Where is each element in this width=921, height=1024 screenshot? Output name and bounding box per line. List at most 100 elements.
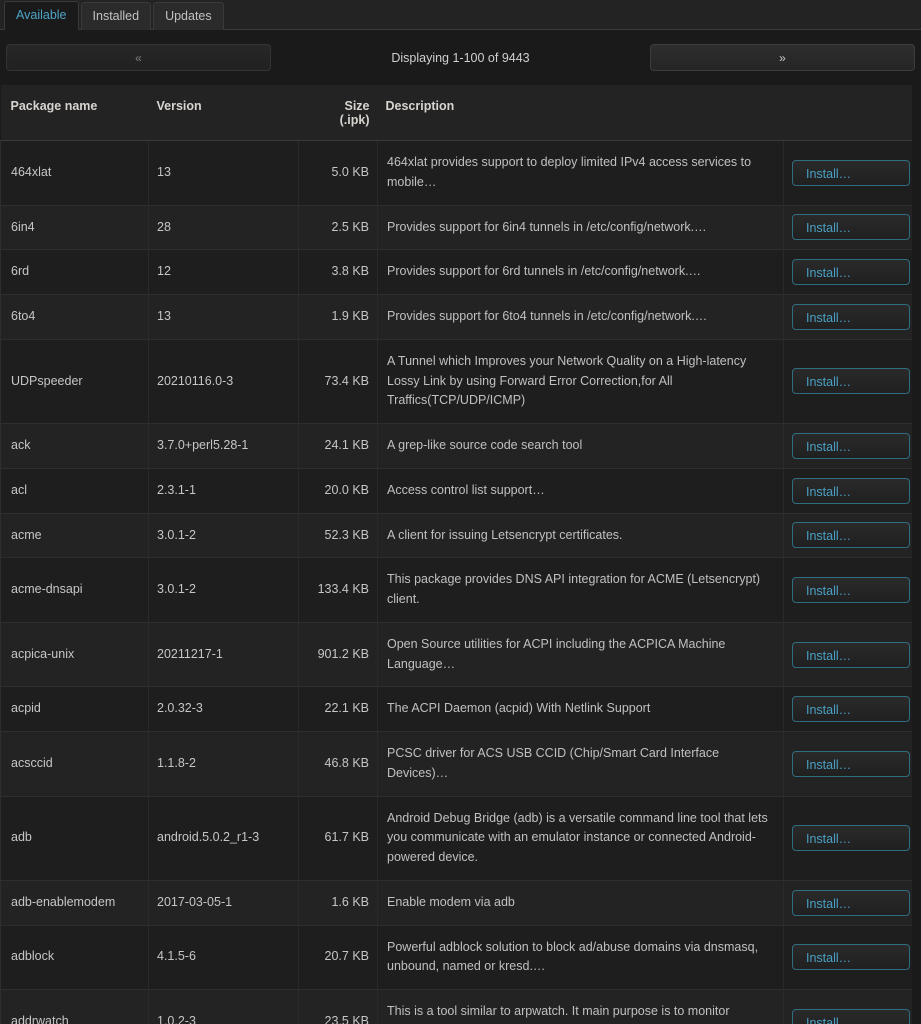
double-chevron-right-icon: »	[779, 51, 786, 65]
cell-package-name: acpica-unix	[1, 622, 149, 687]
cell-size: 5.0 KB	[299, 141, 378, 206]
table-row: acsccid1.1.8-246.8 KBPCSC driver for ACS…	[1, 732, 912, 797]
tab-available[interactable]: Available	[4, 1, 79, 31]
tab-label: Available	[16, 8, 67, 22]
cell-action: Install…	[784, 339, 912, 423]
cell-action: Install…	[784, 141, 912, 206]
table-header: Package name Version Size (.ipk) Descrip…	[1, 85, 912, 141]
cell-package-name: 6to4	[1, 295, 149, 340]
cell-package-name: adb-enablemodem	[1, 880, 149, 925]
cell-version: 3.7.0+perl5.28-1	[149, 424, 299, 469]
cell-package-name: addrwatch	[1, 990, 149, 1024]
tab-installed[interactable]: Installed	[81, 2, 152, 31]
install-button[interactable]: Install…	[792, 478, 910, 504]
cell-size: 73.4 KB	[299, 339, 378, 423]
install-button[interactable]: Install…	[792, 304, 910, 330]
cell-action: Install…	[784, 880, 912, 925]
cell-action: Install…	[784, 990, 912, 1024]
table-body: 464xlat135.0 KB464xlat provides support …	[1, 141, 912, 1024]
cell-size: 46.8 KB	[299, 732, 378, 797]
cell-description: 464xlat provides support to deploy limit…	[378, 141, 784, 206]
cell-action: Install…	[784, 424, 912, 469]
install-button[interactable]: Install…	[792, 160, 910, 186]
install-button[interactable]: Install…	[792, 433, 910, 459]
cell-action: Install…	[784, 925, 912, 990]
install-button[interactable]: Install…	[792, 642, 910, 668]
cell-action: Install…	[784, 796, 912, 880]
cell-description: A grep-like source code search tool	[378, 424, 784, 469]
cell-description: Open Source utilities for ACPI including…	[378, 622, 784, 687]
pagination-status: Displaying 1-100 of 9443	[271, 51, 650, 65]
next-page-button[interactable]: »	[650, 44, 915, 71]
install-button[interactable]: Install…	[792, 214, 910, 240]
install-button[interactable]: Install…	[792, 944, 910, 970]
table-row: acme-dnsapi3.0.1-2133.4 KBThis package p…	[1, 558, 912, 623]
cell-size: 2.5 KB	[299, 205, 378, 250]
tab-label: Updates	[165, 9, 212, 23]
tab-label: Installed	[93, 9, 140, 23]
previous-page-button[interactable]: «	[6, 44, 271, 71]
cell-description: This package provides DNS API integratio…	[378, 558, 784, 623]
table-row: addrwatch1.0.2-323.5 KBThis is a tool si…	[1, 990, 912, 1024]
column-header-actions	[784, 85, 912, 141]
install-button[interactable]: Install…	[792, 825, 910, 851]
table-row: acme3.0.1-252.3 KBA client for issuing L…	[1, 513, 912, 558]
column-header-package-name[interactable]: Package name	[1, 85, 149, 141]
table-row: adblock4.1.5-620.7 KBPowerful adblock so…	[1, 925, 912, 990]
package-table: Package name Version Size (.ipk) Descrip…	[0, 85, 912, 1024]
cell-description: Access control list support…	[378, 468, 784, 513]
cell-version: 3.0.1-2	[149, 558, 299, 623]
table-row: adbandroid.5.0.2_r1-361.7 KBAndroid Debu…	[1, 796, 912, 880]
table-row: acl2.3.1-120.0 KBAccess control list sup…	[1, 468, 912, 513]
cell-action: Install…	[784, 205, 912, 250]
table-row: acpid2.0.32-322.1 KBThe ACPI Daemon (acp…	[1, 687, 912, 732]
column-header-description[interactable]: Description	[378, 85, 784, 141]
pagination-bar: « Displaying 1-100 of 9443 »	[0, 30, 921, 85]
cell-action: Install…	[784, 250, 912, 295]
cell-package-name: UDPspeeder	[1, 339, 149, 423]
table-row: acpica-unix20211217-1901.2 KBOpen Source…	[1, 622, 912, 687]
cell-action: Install…	[784, 732, 912, 797]
install-button[interactable]: Install…	[792, 522, 910, 548]
cell-package-name: adblock	[1, 925, 149, 990]
tab-updates[interactable]: Updates	[153, 2, 224, 31]
table-row: 464xlat135.0 KB464xlat provides support …	[1, 141, 912, 206]
cell-size: 52.3 KB	[299, 513, 378, 558]
cell-package-name: acme-dnsapi	[1, 558, 149, 623]
tab-bar: Available Installed Updates	[0, 0, 921, 30]
cell-action: Install…	[784, 558, 912, 623]
install-button[interactable]: Install…	[792, 577, 910, 603]
cell-description: PCSC driver for ACS USB CCID (Chip/Smart…	[378, 732, 784, 797]
cell-description: This is a tool similar to arpwatch. It m…	[378, 990, 784, 1024]
column-header-version[interactable]: Version	[149, 85, 299, 141]
install-button[interactable]: Install…	[792, 259, 910, 285]
cell-version: 1.1.8-2	[149, 732, 299, 797]
cell-description: Provides support for 6to4 tunnels in /et…	[378, 295, 784, 340]
cell-size: 1.9 KB	[299, 295, 378, 340]
cell-description: A Tunnel which Improves your Network Qua…	[378, 339, 784, 423]
cell-version: 13	[149, 141, 299, 206]
table-row: 6to4131.9 KBProvides support for 6to4 tu…	[1, 295, 912, 340]
table-row: ack3.7.0+perl5.28-124.1 KBA grep-like so…	[1, 424, 912, 469]
cell-action: Install…	[784, 295, 912, 340]
column-header-size[interactable]: Size (.ipk)	[299, 85, 378, 141]
install-button[interactable]: Install…	[792, 890, 910, 916]
cell-version: 4.1.5-6	[149, 925, 299, 990]
cell-version: 12	[149, 250, 299, 295]
cell-size: 20.7 KB	[299, 925, 378, 990]
cell-description: Enable modem via adb	[378, 880, 784, 925]
cell-description: Android Debug Bridge (adb) is a versatil…	[378, 796, 784, 880]
install-button[interactable]: Install…	[792, 696, 910, 722]
cell-description: Powerful adblock solution to block ad/ab…	[378, 925, 784, 990]
cell-size: 901.2 KB	[299, 622, 378, 687]
install-button[interactable]: Install…	[792, 368, 910, 394]
table-header-row: Package name Version Size (.ipk) Descrip…	[1, 85, 912, 141]
install-button[interactable]: Install…	[792, 751, 910, 777]
cell-version: android.5.0.2_r1-3	[149, 796, 299, 880]
cell-package-name: adb	[1, 796, 149, 880]
cell-version: 28	[149, 205, 299, 250]
column-header-size-line2: (.ipk)	[340, 113, 370, 127]
table-row: 6in4282.5 KBProvides support for 6in4 tu…	[1, 205, 912, 250]
cell-package-name: acl	[1, 468, 149, 513]
install-button[interactable]: Install…	[792, 1009, 910, 1024]
